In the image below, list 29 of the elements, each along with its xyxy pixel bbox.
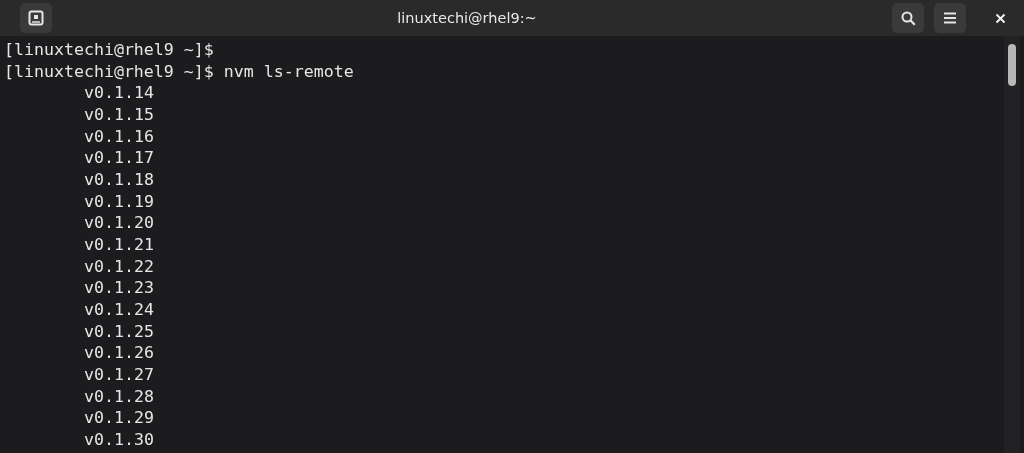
scrollbar-thumb[interactable]	[1008, 44, 1016, 86]
output-line: v0.1.19	[84, 190, 154, 213]
output-line: v0.1.17	[84, 147, 154, 169]
output-line: v0.1.16	[84, 125, 154, 148]
close-icon	[994, 12, 1006, 24]
scrollbar[interactable]	[1004, 36, 1020, 453]
output-line: v0.1.22	[84, 255, 154, 278]
search-icon	[900, 10, 916, 26]
window-title: linuxtechi@rhel9:~	[396, 10, 538, 26]
menu-icon	[943, 12, 957, 24]
prompt-line: [linuxtechi@rhel9 ~]$	[4, 39, 214, 61]
output-line: v0.1.18	[84, 168, 154, 191]
output-line: v0.1.23	[84, 277, 154, 299]
output-line: v0.1.20	[84, 212, 154, 234]
new-tab-icon	[28, 10, 44, 26]
new-tab-button[interactable]	[20, 3, 52, 33]
output-line: v0.1.25	[84, 320, 154, 343]
output-line: v0.1.15	[84, 103, 154, 126]
output-line: v0.1.14	[84, 82, 154, 104]
output-line: v0.1.24	[84, 298, 154, 321]
search-button[interactable]	[892, 3, 924, 33]
output-line: v0.1.21	[84, 233, 154, 256]
output-line: v0.1.28	[84, 385, 154, 408]
output-line: v0.1.30	[84, 428, 154, 451]
output-line: v0.1.27	[84, 363, 154, 386]
output-line: v0.1.26	[84, 342, 154, 364]
prompt-line: [linuxtechi@rhel9 ~]$ nvm ls-remote	[4, 60, 354, 83]
menu-button[interactable]	[934, 3, 966, 33]
output-line: v0.1.29	[84, 407, 154, 429]
